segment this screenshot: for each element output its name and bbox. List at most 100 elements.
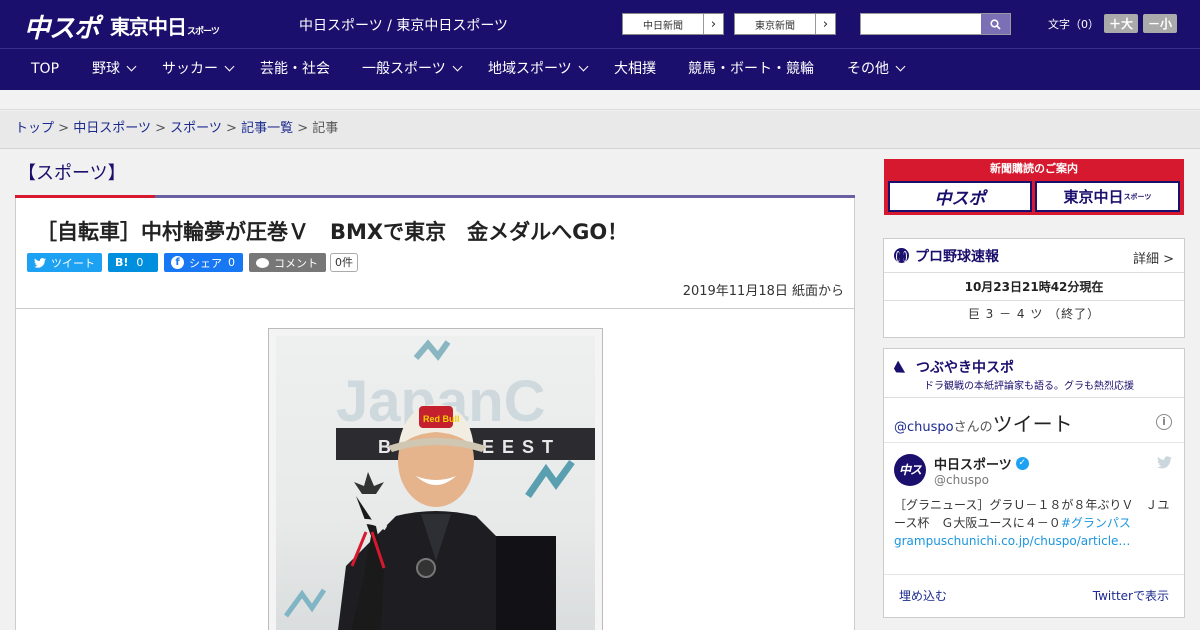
- nav-sumo-label: 大相撲: [614, 61, 656, 77]
- tweets-title: つぶやき中スポ: [916, 360, 1014, 376]
- search-input[interactable]: [861, 14, 981, 34]
- main-nav: TOP 野球 サッカー 芸能・社会 一般スポーツ 地域スポーツ 大相撲 競馬・ボ…: [0, 48, 1200, 90]
- photo-image: JapanC BMXFREEST Red Bull: [276, 336, 595, 630]
- breadcrumb-top[interactable]: トップ: [15, 121, 54, 136]
- pro-baseball-widget: プロ野球速報 詳細 > 10月23日21時42分現在 巨 3 － 4 ツ （終了…: [883, 238, 1185, 338]
- comment-count: 0件: [330, 253, 358, 272]
- pro-baseball-game[interactable]: 巨 3 － 4 ツ （終了）: [884, 305, 1184, 322]
- breadcrumb-separator: >: [297, 121, 309, 136]
- article-divider: [16, 308, 854, 309]
- nav-other[interactable]: その他: [847, 49, 906, 91]
- tweets-widget: つぶやき中スポ ドラ観戦の本紙評論家も語る。グラも熱烈応援 @chuspoさんの…: [883, 348, 1185, 618]
- twitter-bird-icon[interactable]: [1157, 456, 1172, 473]
- chevron-down-icon: [224, 61, 235, 72]
- section-title: 【スポーツ】: [18, 163, 126, 184]
- article-date: 2019年11月18日 紙面から: [682, 284, 844, 299]
- nav-baseball[interactable]: 野球: [92, 49, 137, 91]
- nav-entertainment-label: 芸能・社会: [260, 61, 330, 77]
- breadcrumb-separator: >: [226, 121, 237, 136]
- tokyo-shimbun-label: 東京新聞: [755, 20, 795, 32]
- breadcrumb-sports[interactable]: スポーツ: [170, 121, 222, 136]
- svg-text:Red Bull: Red Bull: [423, 414, 460, 424]
- chuspo-logo[interactable]: 中スポ: [24, 8, 100, 45]
- tweet-handle[interactable]: @chuspo: [934, 473, 989, 487]
- tweets-header: つぶやき中スポ: [894, 357, 1014, 377]
- chevron-down-icon: [126, 61, 137, 72]
- pro-baseball-header: プロ野球速報 詳細 >: [884, 239, 1184, 273]
- chunichi-shimbun-label: 中日新聞: [643, 20, 683, 32]
- hatena-label: B!: [115, 256, 129, 269]
- nav-general-sports[interactable]: 一般スポーツ: [362, 49, 463, 91]
- font-bigger-button[interactable]: ＋大: [1104, 14, 1139, 33]
- nav-local-sports-label: 地域スポーツ: [488, 61, 572, 77]
- nav-soccer[interactable]: サッカー: [162, 49, 235, 91]
- subscribe-chuspo-button[interactable]: 中スポ: [888, 181, 1032, 212]
- comment-label: コメント: [274, 256, 318, 270]
- view-on-twitter-link[interactable]: Twitterで表示: [1093, 587, 1169, 604]
- search-box: [860, 13, 1011, 35]
- nav-racing-label: 競馬・ボート・競輪: [688, 61, 814, 77]
- font-size-label: 文字（0）: [1048, 17, 1099, 31]
- tweet-text: ［グラニュース］グラＵ－１８が８年ぶりＶ Ｊユース杯 Ｇ大阪ユースに４－０#グラ…: [894, 496, 1174, 550]
- nav-sumo[interactable]: 大相撲: [614, 49, 656, 91]
- search-icon: [990, 18, 1001, 30]
- tokyo-chunichi-logo-small: スポーツ: [187, 27, 220, 37]
- facebook-count: 0: [228, 256, 235, 269]
- twitter-bird-icon: [34, 257, 46, 268]
- tweets-subtitle: ドラ観戦の本紙評論家も語る。グラも熱烈応援: [924, 381, 1134, 392]
- baseball-icon: [894, 248, 909, 263]
- bmx-rider-photo: JapanC BMXFREEST Red Bull: [283, 339, 595, 630]
- tweet-link[interactable]: grampuschunichi.co.jp/chuspo/article…: [894, 534, 1130, 548]
- timeline-account-link[interactable]: @chuspo: [894, 420, 954, 435]
- tweet-hashtag[interactable]: #グランパス: [1061, 516, 1131, 530]
- nav-top-label: TOP: [31, 61, 60, 77]
- chevron-right-icon: ›: [703, 14, 723, 34]
- verified-check-icon: ✓: [1015, 457, 1029, 470]
- font-size-control: 文字（0） ＋大 －小: [1048, 14, 1178, 33]
- tokyo-shimbun-link[interactable]: 東京新聞 ›: [734, 13, 836, 35]
- tokyo-chunichi-logo-text: 東京中日: [110, 15, 187, 39]
- chevron-down-icon: [452, 61, 463, 72]
- nav-baseball-label: 野球: [92, 61, 120, 77]
- tokyo-chunichi-logo[interactable]: 東京中日スポーツ: [110, 11, 220, 40]
- subscribe-tokyo-chunichi-button[interactable]: 東京中日 スポーツ: [1035, 181, 1180, 212]
- nav-local-sports[interactable]: 地域スポーツ: [488, 49, 589, 91]
- share-bar: ツイート B! 0 f シェア 0 コメント 0件: [27, 253, 358, 272]
- twitter-timeline: @chuspoさんのツイート i 中スポ 中日スポーツ ✓ @chuspo ［グラ…: [884, 397, 1184, 629]
- avatar[interactable]: 中スポ: [894, 454, 926, 509]
- pro-baseball-time: 10月23日21時42分現在: [884, 275, 1184, 301]
- site-name: 中日スポーツ / 東京中日スポーツ: [299, 18, 509, 34]
- info-icon[interactable]: i: [1156, 414, 1172, 430]
- breadcrumb-separator: >: [58, 121, 70, 136]
- tweet-author[interactable]: 中日スポーツ ✓: [934, 454, 1029, 473]
- chunichi-shimbun-link[interactable]: 中日新聞 ›: [622, 13, 724, 35]
- comment-button[interactable]: コメント: [249, 253, 326, 272]
- embed-link[interactable]: 埋め込む: [899, 587, 947, 604]
- chevron-down-icon: [578, 61, 589, 72]
- breadcrumb-article-list[interactable]: 記事一覧: [241, 121, 293, 136]
- font-smaller-button[interactable]: －小: [1143, 14, 1178, 33]
- search-button[interactable]: [981, 14, 1010, 34]
- subscription-banner[interactable]: 新聞購読のご案内 中スポ 東京中日 スポーツ: [884, 159, 1184, 215]
- tweet-button[interactable]: ツイート: [27, 253, 102, 272]
- pro-baseball-title: プロ野球速報: [915, 248, 999, 265]
- timeline-footer-divider: [884, 574, 1184, 575]
- nav-racing[interactable]: 競馬・ボート・競輪: [688, 49, 814, 91]
- speech-bubble-icon: [256, 257, 269, 268]
- chevron-down-icon: [895, 61, 906, 72]
- article-photo[interactable]: JapanC BMXFREEST Red Bull: [268, 328, 603, 630]
- hatena-bookmark-button[interactable]: B! 0: [108, 253, 158, 272]
- facebook-share-label: シェア: [189, 256, 222, 270]
- pro-baseball-more-link[interactable]: 詳細 >: [1133, 248, 1174, 267]
- hatena-count: 0: [136, 256, 144, 269]
- breadcrumb-chunichi-sports[interactable]: 中日スポーツ: [73, 121, 151, 136]
- subscribe-tokyo-chunichi-small: スポーツ: [1123, 192, 1152, 201]
- facebook-icon: f: [171, 256, 184, 269]
- subscription-header: 新聞購読のご案内: [990, 162, 1078, 175]
- facebook-share-button[interactable]: f シェア 0: [164, 253, 243, 272]
- nav-entertainment[interactable]: 芸能・社会: [260, 49, 330, 91]
- tweet-author-name: 中日スポーツ: [934, 458, 1012, 473]
- timeline-title: @chuspoさんのツイート: [894, 408, 1073, 437]
- subscribe-tokyo-chunichi-label: 東京中日: [1063, 188, 1124, 206]
- nav-top[interactable]: TOP: [31, 49, 59, 91]
